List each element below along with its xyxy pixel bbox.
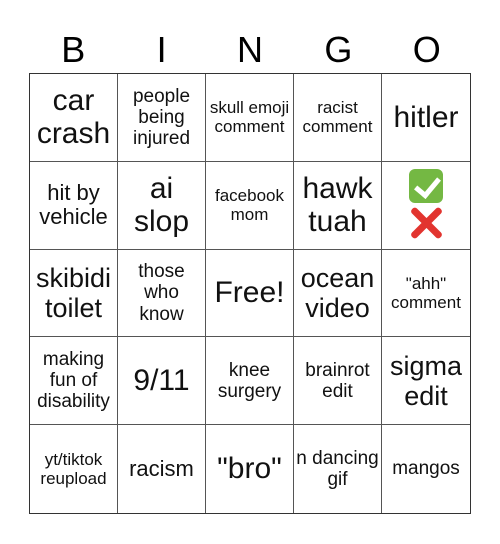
header-letter-o: O — [412, 29, 441, 70]
bingo-cell-text: "ahh" comment — [391, 273, 461, 312]
bingo-cell-text: skull emoji comment — [209, 98, 290, 137]
bingo-cell[interactable]: car crash — [30, 74, 118, 162]
bingo-cell[interactable]: ai slop — [118, 161, 206, 250]
bingo-cell[interactable]: knee surgery — [206, 337, 294, 426]
bingo-cell[interactable]: sigma edit — [382, 337, 470, 426]
bingo-cell-text: racism — [129, 455, 194, 481]
bingo-cell[interactable]: hawk tuah — [294, 161, 382, 250]
bingo-grid: car crash people being injured skull emoji… — [29, 73, 471, 514]
bingo-cell-text: hit by vehicle — [39, 179, 108, 230]
bingo-cell[interactable]: yt/tiktok reupload — [30, 425, 118, 513]
bingo-cell-text: skibidi toilet — [35, 262, 112, 323]
bingo-cell-text: people being injured — [132, 85, 191, 150]
bingo-cell-text: those who know — [138, 261, 185, 325]
bingo-cell[interactable]: "ahh" comment — [382, 250, 470, 338]
bingo-cell-text: making fun of disability — [37, 348, 110, 413]
bingo-cell-text: car crash — [36, 83, 111, 151]
bingo-cell[interactable]: brainrot edit — [294, 337, 382, 426]
check-mark-button-icon — [409, 169, 443, 204]
bingo-cell[interactable]: people being injured — [118, 74, 206, 162]
bingo-cell[interactable] — [382, 162, 470, 250]
bingo-cell[interactable]: mangos — [382, 425, 470, 513]
bingo-cell[interactable]: skull emoji comment — [206, 74, 294, 162]
bingo-cell[interactable]: hit by vehicle — [30, 161, 118, 250]
bingo-cell-text: sigma edit — [389, 350, 463, 411]
header-letter-g: G — [324, 29, 353, 70]
bingo-cell-text: Free! — [214, 276, 285, 310]
bingo-cell[interactable]: racism — [118, 425, 206, 513]
bingo-cell[interactable]: those who know — [118, 249, 206, 338]
bingo-cell-text: 9/11 — [133, 363, 190, 397]
emoji-stack — [408, 169, 444, 241]
bingo-cell[interactable]: hitler — [382, 74, 470, 162]
bingo-cell[interactable]: ocean video — [294, 249, 382, 338]
bingo-cell-text: racist comment — [302, 98, 373, 137]
bingo-cell[interactable]: facebook mom — [206, 161, 294, 250]
header-letter-b: B — [61, 29, 86, 70]
header-letter-i: I — [156, 29, 167, 70]
bingo-cell-text: brainrot edit — [305, 359, 370, 402]
bingo-cell[interactable]: "bro" — [206, 425, 294, 513]
cross-mark-icon — [408, 205, 444, 241]
bingo-cell[interactable]: n dancing gif — [294, 425, 382, 513]
bingo-cell-text: mangos — [392, 458, 460, 480]
header-letter-n: N — [236, 29, 263, 70]
bingo-cell-text: yt/tiktok reupload — [40, 450, 107, 489]
bingo-cell-text: hitler — [393, 100, 459, 134]
bingo-cell-text: ai slop — [133, 171, 190, 239]
bingo-cell[interactable]: skibidi toilet — [30, 249, 118, 338]
bingo-header: B I N G O — [29, 28, 471, 72]
bingo-cell-text: facebook mom — [215, 186, 284, 225]
bingo-cell-text: hawk tuah — [302, 171, 373, 239]
bingo-cell[interactable]: making fun of disability — [30, 337, 118, 426]
bingo-cell-text: n dancing gif — [296, 447, 379, 491]
bingo-cell[interactable]: racist comment — [294, 74, 382, 162]
bingo-cell-text: ocean video — [300, 262, 375, 323]
bingo-cell-text: "bro" — [217, 452, 282, 486]
bingo-cell-text: knee surgery — [217, 359, 282, 402]
bingo-cell-free[interactable]: Free! — [206, 249, 294, 338]
bingo-cell[interactable]: 9/11 — [118, 337, 206, 426]
